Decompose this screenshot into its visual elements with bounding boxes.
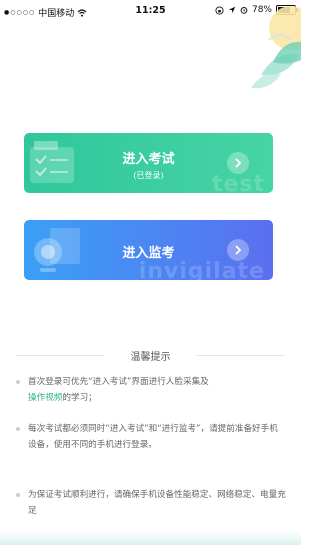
bullet-icon <box>16 493 20 497</box>
tip-text: 每次考试都必须同时“进入考试”和“进行监考”，请提前准备好手机设备，使用不同的手… <box>28 424 278 450</box>
bottom-wave-decoration <box>0 531 301 545</box>
enter-monitor-arrow-button[interactable] <box>227 239 249 261</box>
tip-item: 首次登录可优先“进入考试”界面进行人脸采集及 操作视频的学习； <box>16 374 286 406</box>
tip-text: 首次登录可优先“进入考试”界面进行人脸采集及 操作视频的学习； <box>16 374 286 406</box>
leaf-decoration <box>251 6 301 89</box>
enter-exam-arrow-button[interactable] <box>227 152 249 174</box>
tip-text-before: 首次登录可优先“进入考试”界面进行人脸采集及 <box>28 377 209 387</box>
tips-heading: 温馨提示 <box>16 348 285 363</box>
chevron-right-icon <box>235 245 242 255</box>
tip-item: 为保证考试顺利进行，请确保手机设备性能稳定、网络稳定、电量充足 <box>16 487 286 519</box>
divider-right <box>197 355 285 356</box>
enter-exam-card[interactable]: test 进入考试 (已登录) <box>24 133 273 193</box>
enter-monitor-card[interactable]: invigilate 进入监考 <box>24 220 273 280</box>
bullet-icon <box>16 380 20 384</box>
monitor-watermark: invigilate <box>138 259 265 280</box>
tip-text-after: 的学习； <box>62 393 97 403</box>
operation-video-link[interactable]: 操作视频 <box>28 393 62 403</box>
tip-text: 为保证考试顺利进行，请确保手机设备性能稳定、网络稳定、电量充足 <box>28 490 286 516</box>
chevron-right-icon <box>235 158 242 168</box>
tip-item: 每次考试都必须同时“进入考试”和“进行监考”，请提前准备好手机设备，使用不同的手… <box>16 421 286 453</box>
bullet-icon <box>16 427 20 431</box>
